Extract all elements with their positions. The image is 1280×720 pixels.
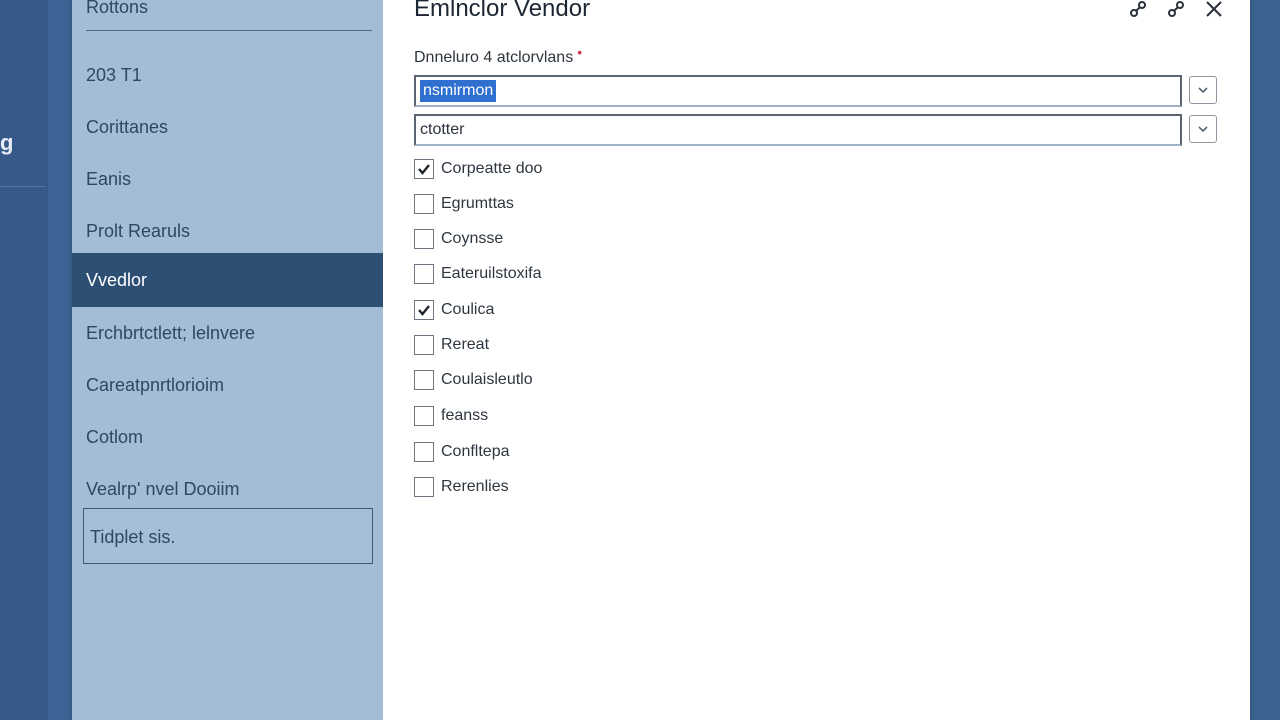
checkbox-label: Coulica — [441, 301, 495, 318]
secondary-select-input[interactable]: ctotter — [414, 114, 1182, 146]
link-icon — [1130, 1, 1146, 17]
checkbox-1[interactable] — [414, 194, 434, 214]
checkbox-4[interactable] — [414, 300, 434, 320]
sidebar-item-label: Vvedlor — [86, 270, 148, 290]
chevron-down-icon — [1198, 126, 1208, 133]
secondary-select-value: ctotter — [420, 121, 465, 138]
sidebar-header: Rottons — [86, 0, 372, 31]
checkbox-row-8[interactable]: Confltepa — [414, 440, 510, 464]
sidebar-item-5[interactable]: Erchbrtctlett; lelnvere — [72, 307, 383, 359]
checkmark-icon — [418, 164, 430, 175]
checkbox-label: Coynsse — [441, 230, 504, 247]
close-button[interactable] — [1202, 0, 1226, 21]
checkbox-label: Egrumttas — [441, 195, 514, 212]
field-label: Dnneluro 4 atclorvlans • — [414, 44, 582, 67]
sidebar-item-boxed[interactable]: Tidplet sis. — [83, 508, 373, 564]
checkbox-6[interactable] — [414, 370, 434, 390]
close-icon — [1206, 1, 1222, 17]
checkbox-label: Corpeatte doo — [441, 160, 543, 177]
sidebar-item-1[interactable]: Corittanes — [72, 101, 383, 153]
secondary-select-dropdown-button[interactable] — [1189, 115, 1217, 143]
sidebar-item-label: Vealrp' nvel Dooiim — [86, 479, 240, 499]
checkbox-row-5[interactable]: Rereat — [414, 333, 489, 357]
dialog-main: Emlnclor Vendor Dnneluro 4 atclorvlans •… — [383, 0, 1250, 720]
sidebar-item-label: Eanis — [86, 169, 132, 189]
title-actions — [1126, 0, 1226, 22]
checkbox-2[interactable] — [414, 229, 434, 249]
backdrop-left-panel: g — [0, 0, 48, 720]
checkbox-label: Rereat — [441, 336, 490, 353]
checkbox-5[interactable] — [414, 335, 434, 355]
secondary-select: ctotter — [414, 114, 1218, 146]
dialog-title: Emlnclor Vendor — [414, 0, 591, 22]
checkmark-icon — [418, 305, 430, 316]
checkbox-row-7[interactable]: feanss — [414, 404, 488, 428]
checkbox-8[interactable] — [414, 442, 434, 462]
sidebar-item-label: Erchbrtctlett; lelnvere — [86, 323, 256, 343]
checkbox-label: Confltepa — [441, 443, 510, 460]
vendor-dialog: Rottons 203 T1 Corittanes Eanis Prolt Re… — [72, 0, 1250, 720]
primary-select-input[interactable]: nsmirmon — [414, 75, 1182, 107]
checkbox-label: Coulaisleutlo — [441, 371, 533, 388]
checkbox-label: Eateruilstoxifa — [441, 265, 542, 282]
checkbox-0[interactable] — [414, 159, 434, 179]
link-button-1[interactable] — [1126, 0, 1150, 21]
checkbox-label: Rerenlies — [441, 478, 509, 495]
checkbox-row-1[interactable]: Egrumttas — [414, 192, 514, 216]
dialog-sidebar: Rottons 203 T1 Corittanes Eanis Prolt Re… — [72, 0, 383, 720]
link-icon — [1168, 1, 1184, 17]
primary-select-value: nsmirmon — [420, 80, 497, 102]
checkbox-row-2[interactable]: Coynsse — [414, 227, 503, 251]
chevron-down-icon — [1198, 87, 1208, 94]
sidebar-item-label: Cotlom — [86, 427, 144, 447]
checkbox-row-0[interactable]: Corpeatte doo — [414, 157, 542, 181]
primary-select: nsmirmon — [414, 75, 1218, 107]
checkbox-9[interactable] — [414, 477, 434, 497]
sidebar-item-vendor-active[interactable]: Vvedlor — [72, 253, 383, 307]
sidebar-item-label: Careatpnrtlorioim — [86, 375, 225, 395]
link-button-2[interactable] — [1164, 0, 1188, 21]
required-marker: • — [577, 44, 583, 60]
sidebar-item-label: Corittanes — [86, 117, 169, 137]
backdrop-divider — [0, 186, 46, 187]
sidebar-item-2[interactable]: Eanis — [72, 153, 383, 205]
primary-select-dropdown-button[interactable] — [1189, 76, 1217, 104]
sidebar-item-7[interactable]: Cotlom — [72, 411, 383, 463]
checkbox-label: feanss — [441, 407, 489, 424]
sidebar-item-label: Tidplet sis. — [90, 527, 176, 547]
sidebar-item-3[interactable]: Prolt Rearuls — [72, 205, 383, 257]
checkbox-row-6[interactable]: Coulaisleutlo — [414, 368, 533, 392]
sidebar-item-label: Prolt Rearuls — [86, 221, 191, 241]
sidebar-item-0[interactable]: 203 T1 — [72, 49, 383, 101]
sidebar-item-6[interactable]: Careatpnrtlorioim — [72, 359, 383, 411]
backdrop-glyph: g — [0, 130, 14, 155]
field-label-text: Dnneluro 4 atclorvlans — [414, 49, 574, 66]
checkbox-row-9[interactable]: Rerenlies — [414, 475, 509, 499]
checkbox-3[interactable] — [414, 264, 434, 284]
backdrop-right-panel — [1250, 0, 1280, 720]
sidebar-item-label: 203 T1 — [86, 65, 142, 85]
checkbox-row-4[interactable]: Coulica — [414, 298, 494, 322]
checkbox-7[interactable] — [414, 406, 434, 426]
checkbox-row-3[interactable]: Eateruilstoxifa — [414, 262, 542, 286]
